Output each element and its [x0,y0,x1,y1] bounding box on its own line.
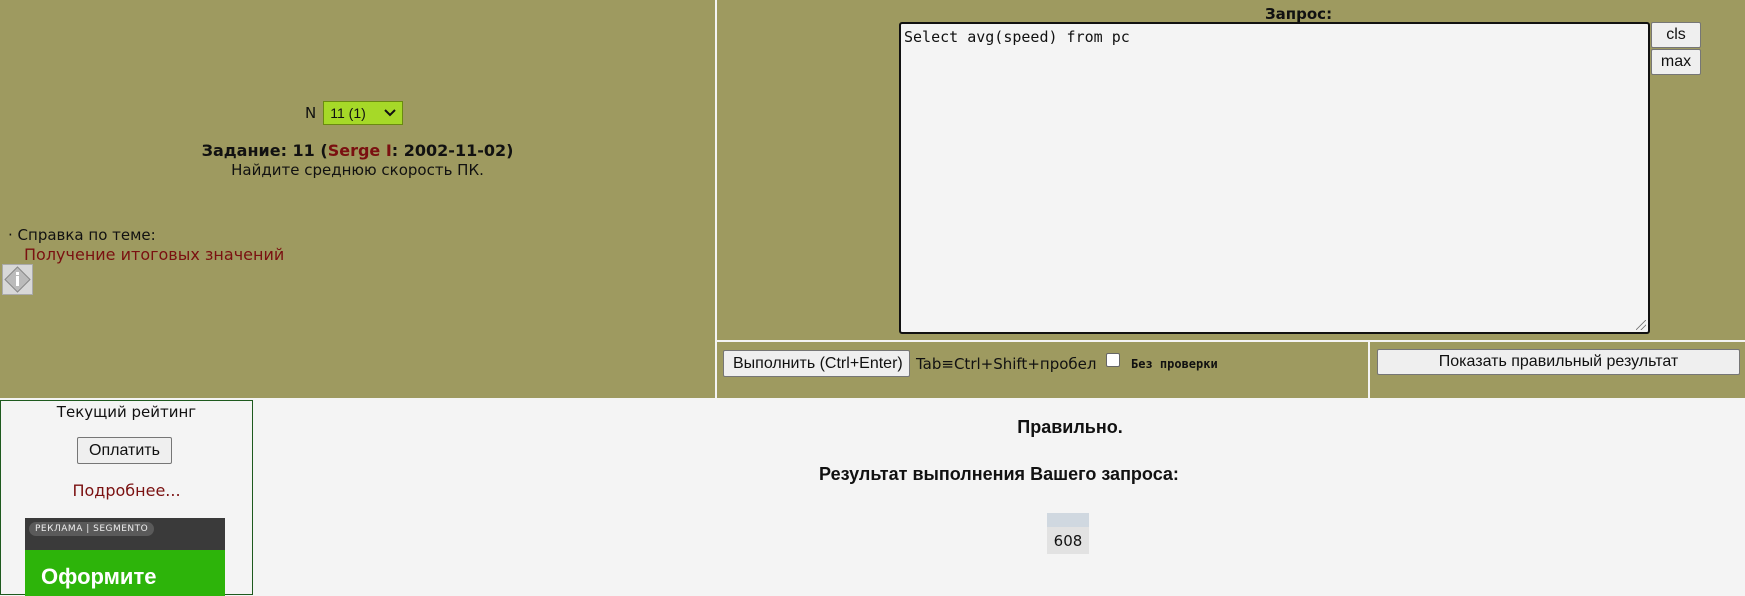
more-link[interactable]: Подробнее... [1,481,252,500]
no-check-label: Без проверки [1131,357,1218,371]
result-status: Правильно. [1017,417,1123,437]
execute-button[interactable]: Выполнить (Ctrl+Enter) [723,350,910,377]
horizontal-divider [717,340,1745,342]
task-date: : 2002-11-02) [391,141,514,160]
show-correct-result-button[interactable]: Показать правильный результат [1377,349,1740,375]
no-check-checkbox[interactable] [1106,353,1120,367]
ad-badge: РЕКЛАМА | SEGMENTO [29,522,155,536]
vertical-divider [715,0,717,398]
query-text: Select avg(speed) from pc [904,28,1130,46]
ad-text: Оформите [41,564,157,589]
task-description: Найдите среднюю скорость ПК. [231,161,484,179]
task-select-value: 11 (1) [330,105,366,121]
maximize-button[interactable]: max [1651,49,1701,75]
task-prefix: Задание: 11 ( [201,141,328,160]
result-table: 608 [1047,513,1089,554]
pay-button[interactable]: Оплатить [77,437,172,464]
result-header-cell [1047,513,1089,527]
task-author-link[interactable]: Serge I [328,141,392,160]
task-number-label: N [305,104,317,122]
result-value-cell: 608 [1047,527,1089,554]
task-header: Задание: 11 (Serge I: 2002-11-02) [0,141,715,160]
controls-divider [1368,340,1370,398]
ad-banner[interactable]: РЕКЛАМА | SEGMENTO Оформите [25,518,225,596]
resize-handle-icon[interactable] [1636,320,1646,330]
help-label: · Справка по теме: [8,226,156,244]
info-icon[interactable] [2,264,33,295]
task-selector-row: N 11 (1) [305,101,404,125]
query-textarea[interactable]: Select avg(speed) from pc [899,22,1650,334]
tab-hint: Tab≡Ctrl+Shift+пробел [916,355,1097,373]
query-label: Запрос: [1265,5,1333,23]
clear-button[interactable]: cls [1651,22,1701,48]
help-link[interactable]: Получение итоговых значений [24,245,284,264]
result-title: Результат выполнения Вашего запроса: [819,464,1179,484]
chevron-down-icon [384,109,396,117]
task-select[interactable]: 11 (1) [323,101,404,125]
